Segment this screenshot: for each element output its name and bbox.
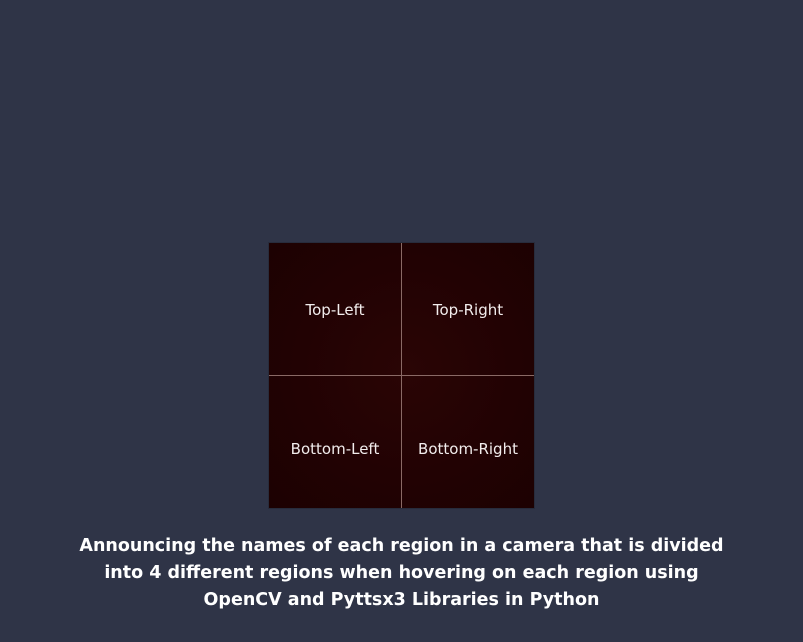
caption-line-2: into 4 different regions when hovering o… [104, 563, 699, 583]
region-label-top-left: Top-Left [305, 301, 365, 319]
region-bottom-left[interactable]: Bottom-Left [269, 376, 401, 508]
region-label-top-right: Top-Right [432, 301, 504, 319]
region-label-bottom-left: Bottom-Left [290, 440, 380, 458]
region-bottom-right[interactable]: Bottom-Right [402, 376, 534, 508]
page: Top-Left Top-Right Bottom-Left Bottom-Ri… [0, 0, 803, 642]
caption: Announcing the names of each region in a… [40, 533, 763, 614]
region-label-bottom-right: Bottom-Right [418, 440, 518, 458]
caption-line-1: Announcing the names of each region in a… [79, 536, 724, 556]
caption-line-3: OpenCV and Pyttsx3 Libraries in Python [203, 590, 600, 610]
region-top-right[interactable]: Top-Right [402, 243, 534, 375]
region-top-left[interactable]: Top-Left [269, 243, 401, 375]
camera-feed[interactable]: Top-Left Top-Right Bottom-Left Bottom-Ri… [269, 243, 534, 508]
